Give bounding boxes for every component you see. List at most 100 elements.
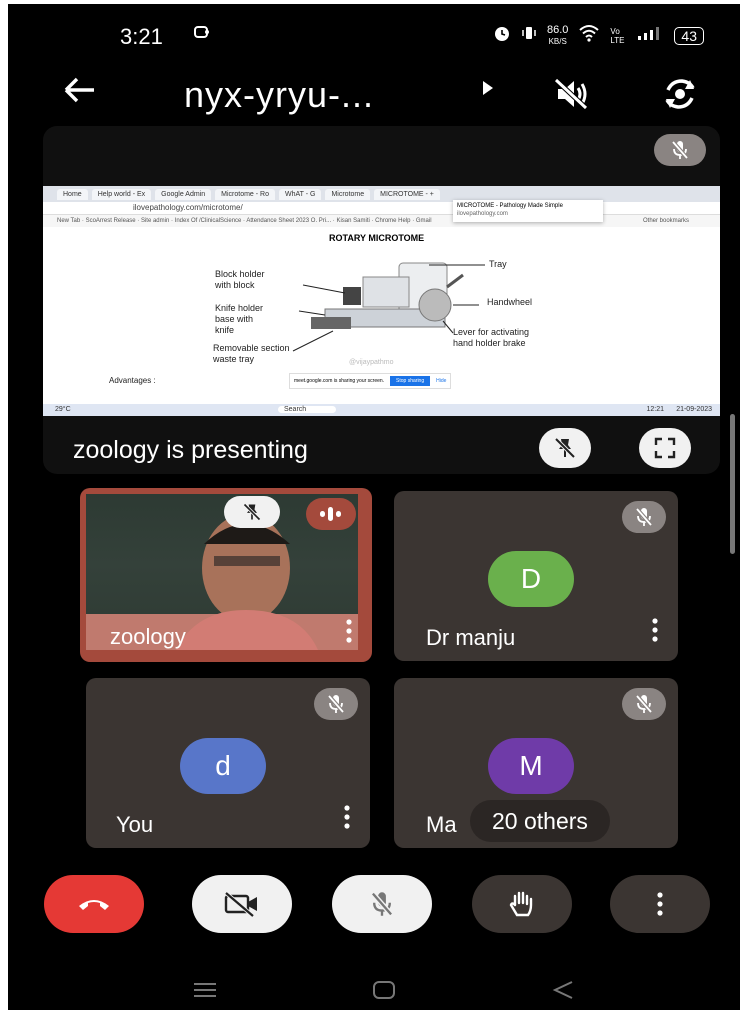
participant-name: Ma — [426, 812, 457, 837]
signal-icon — [638, 26, 664, 45]
hand-icon — [509, 891, 533, 917]
browser-tab: WhAT - G — [278, 188, 322, 200]
presenting-label: zoology is presenting — [73, 436, 308, 464]
bookmark: Gmail — [415, 218, 432, 224]
presentation-stage: Home Help world - Ex Google Admin Microt… — [43, 126, 720, 474]
mic-off-icon — [671, 140, 689, 160]
camera-toggle-button[interactable] — [192, 875, 292, 933]
mic-off-icon — [370, 891, 394, 917]
shared-screen: Home Help world - Ex Google Admin Microt… — [43, 186, 720, 416]
browser-tab: Google Admin — [155, 188, 212, 200]
end-call-button[interactable] — [44, 875, 144, 933]
bookmark: Attendance Sheet 2023 O. Pri... — [246, 218, 332, 224]
participant-name: Dr manju — [426, 625, 516, 650]
speaker-off-button[interactable] — [552, 76, 592, 117]
label-waste-tray-line2: waste tray — [213, 354, 255, 364]
switch-camera-button[interactable] — [662, 76, 698, 117]
participant-tile-you[interactable]: d You — [86, 678, 370, 848]
label-knife-holder-line2: base with — [215, 314, 254, 324]
call-controls — [8, 866, 740, 956]
scrollbar[interactable] — [730, 414, 735, 554]
participant-name: zoology — [110, 624, 186, 649]
label-tray: Tray — [489, 259, 507, 269]
participant-pin-badge[interactable] — [224, 496, 280, 528]
cast-icon — [194, 26, 210, 45]
raise-hand-button[interactable] — [472, 875, 572, 933]
bookmark: Index Of /ClinicalScience — [174, 218, 242, 224]
browser-tab-strip: Home Help world - Ex Google Admin Microt… — [43, 186, 720, 202]
taskbar-date: 21-09-2023 — [676, 406, 712, 413]
participant-tile-dr-manju[interactable]: D Dr manju — [394, 491, 678, 661]
participant-tile-zoology[interactable]: zoology — [80, 488, 372, 662]
tab-tooltip: MICROTOME - Pathology Made Simple ilovep… — [453, 200, 603, 222]
label-lever-line1: Lever for activating — [453, 327, 530, 337]
more-vert-icon — [657, 892, 663, 916]
more-options-button[interactable] — [610, 875, 710, 933]
label-block-holder-line1: Block holder — [215, 269, 265, 279]
participant-name: You — [116, 812, 154, 837]
share-notice-bar: meet.google.com is sharing your screen. … — [289, 373, 452, 389]
network-speed-unit: KB/S — [548, 36, 567, 46]
fullscreen-icon — [654, 437, 676, 459]
phone-hangup-icon — [79, 900, 109, 910]
back-nav-icon[interactable] — [552, 980, 574, 1005]
participant-tile-ma[interactable]: M Ma 20 others — [394, 678, 678, 848]
taskbar-search: Search — [278, 406, 337, 413]
more-options-icon[interactable] — [652, 618, 658, 647]
bookmark: ScoArrest Release — [85, 218, 136, 224]
back-arrow-icon[interactable] — [62, 72, 98, 114]
volte-label: Vo LTE — [610, 26, 625, 45]
mic-toggle-button[interactable] — [332, 875, 432, 933]
bookmark: Chrome Help — [375, 218, 411, 224]
microtome-document: ROTARY MICROTOME Tray Block holder with … — [43, 227, 720, 405]
browser-tab: Help world - Ex — [91, 188, 152, 200]
mic-off-icon — [622, 688, 666, 720]
status-icons: 86.0 KB/S Vo LTE 43 — [493, 24, 704, 47]
tooltip-url: ilovepathology.com — [457, 211, 508, 217]
hide-button: Hide — [436, 378, 447, 384]
bookmark: New Tab — [57, 218, 81, 224]
avatar: M — [488, 738, 574, 794]
unpin-presentation-button[interactable] — [539, 428, 591, 468]
pin-off-icon — [554, 437, 576, 459]
browser-tab: MICROTOME - + — [374, 188, 440, 200]
recent-apps-icon[interactable] — [192, 982, 218, 1003]
home-icon[interactable] — [372, 980, 396, 1005]
battery-indicator: 43 — [674, 26, 704, 45]
presenter-muted-badge — [654, 134, 706, 166]
phone-screen: 3:21 86.0 KB/S Vo LTE 43 nyx-yryu-... Ho… — [8, 4, 740, 1010]
label-handwheel: Handwheel — [487, 297, 533, 307]
bookmark: Other bookmarks — [643, 218, 690, 224]
bookmark: Site admin — [140, 218, 170, 224]
avatar: d — [180, 738, 266, 794]
status-time: 3:21 — [120, 24, 163, 49]
windows-taskbar: 29°C Search 12:21 21-09-2023 — [43, 404, 720, 416]
status-bar: 3:21 86.0 KB/S Vo LTE 43 — [8, 4, 740, 64]
vibrate-icon — [521, 25, 537, 46]
document-watermark: @vijaypathmo — [349, 359, 394, 366]
browser-tab: Home — [57, 188, 88, 200]
speaking-indicator — [306, 498, 356, 530]
meeting-details-arrow-icon[interactable] — [482, 80, 494, 101]
meeting-top-bar: nyx-yryu-... — [8, 66, 740, 126]
network-speed-value: 86.0 — [547, 23, 569, 36]
more-options-icon[interactable] — [346, 619, 352, 648]
wifi-icon — [578, 24, 600, 47]
meeting-code[interactable]: nyx-yryu-... — [184, 74, 374, 116]
more-options-icon[interactable] — [344, 805, 350, 834]
others-chip[interactable]: 20 others — [470, 800, 610, 842]
bookmark: Kisan Samiti — [336, 218, 370, 224]
alarm-icon — [493, 24, 511, 47]
label-knife-holder-line1: Knife holder — [215, 303, 264, 313]
video-off-icon — [224, 891, 257, 917]
browser-tab: Microtome - Ro — [215, 188, 275, 200]
system-navigation-bar — [8, 960, 740, 1010]
label-block-holder-line2: with block — [215, 280, 255, 290]
network-speed: 86.0 KB/S — [547, 23, 569, 47]
fullscreen-button[interactable] — [639, 428, 691, 468]
tooltip-title: MICROTOME - Pathology Made Simple — [457, 203, 563, 209]
taskbar-clock: 12:21 — [646, 406, 664, 413]
browser-tab: Microtome — [325, 188, 371, 200]
audio-wave-icon — [320, 507, 341, 521]
label-waste-tray-line1: Removable section — [213, 343, 290, 353]
